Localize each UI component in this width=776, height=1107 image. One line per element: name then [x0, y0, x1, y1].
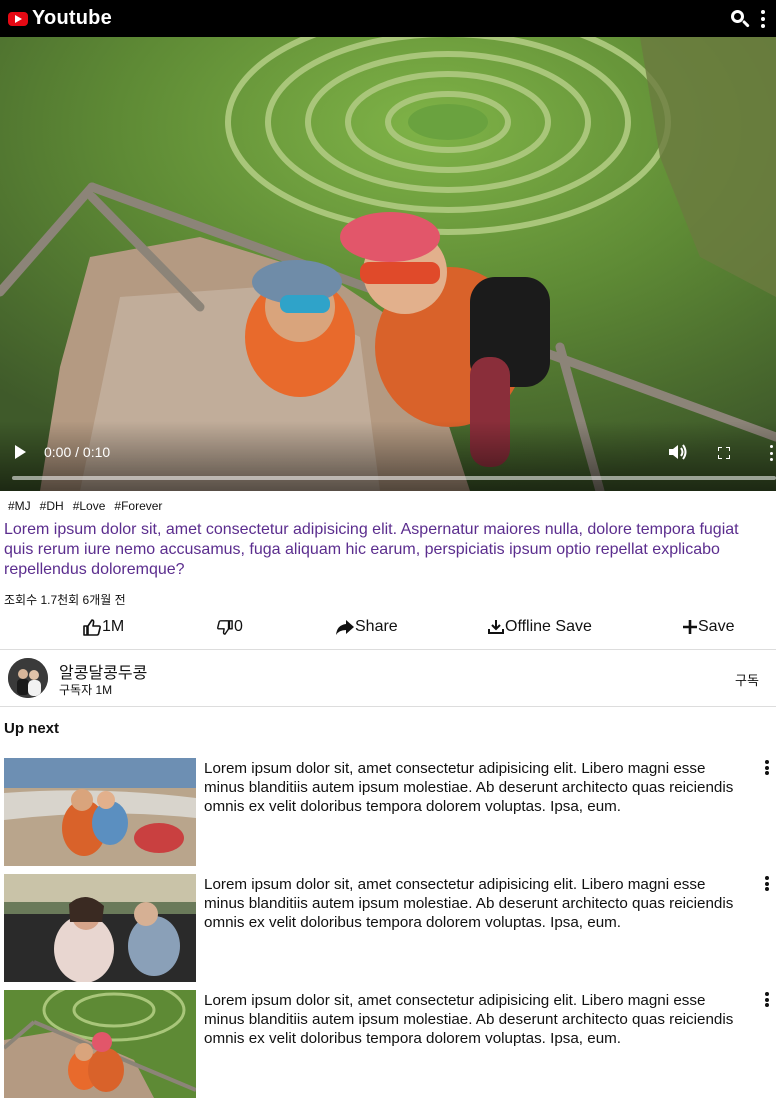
list-item[interactable]: Lorem ipsum dolor sit, amet consectetur …	[0, 758, 776, 868]
hashtags: #MJ #DH #Love #Forever	[8, 499, 162, 513]
channel-name[interactable]: 알콩달콩두콩	[59, 659, 147, 683]
progress-bar[interactable]	[12, 476, 776, 480]
app-header: Youtube	[0, 0, 776, 37]
video-player[interactable]: 0:00 / 0:10	[0, 37, 776, 491]
share-button[interactable]: Share	[336, 618, 398, 636]
hashtag[interactable]: #Love	[73, 499, 106, 513]
play-icon[interactable]	[15, 445, 26, 459]
list-item[interactable]: Lorem ipsum dolor sit, amet consectetur …	[0, 990, 776, 1100]
player-time: 0:00 / 0:10	[44, 444, 111, 460]
up-next-title[interactable]: Lorem ipsum dolor sit, amet consectetur …	[204, 875, 749, 932]
download-icon	[488, 620, 504, 634]
header-actions	[730, 9, 768, 29]
video-thumbnail[interactable]	[4, 874, 196, 982]
list-item[interactable]: Lorem ipsum dolor sit, amet consectetur …	[0, 874, 776, 984]
search-icon[interactable]	[730, 9, 750, 29]
volume-icon[interactable]	[668, 444, 688, 460]
up-next-heading: Up next	[4, 720, 60, 737]
dislike-count: 0	[234, 618, 243, 635]
more-vert-icon[interactable]	[764, 876, 770, 891]
view-count: 조회수 1.7천회 6개월 전	[4, 593, 126, 607]
hashtag[interactable]: #MJ	[8, 499, 31, 513]
youtube-logo-icon	[8, 11, 28, 26]
thumbs-up-icon	[83, 618, 101, 636]
share-label: Share	[355, 618, 398, 635]
like-button[interactable]: 1M	[83, 618, 124, 636]
logo-text: Youtube	[32, 7, 112, 29]
subscriber-count: 구독자 1M	[59, 683, 113, 697]
action-bar: 1M 0 Share Offline Save Save	[0, 612, 776, 650]
player-controls: 0:00 / 0:10	[0, 421, 776, 491]
up-next-title[interactable]: Lorem ipsum dolor sit, amet consectetur …	[204, 991, 749, 1048]
save-button[interactable]: Save	[683, 618, 734, 636]
save-label: Save	[698, 618, 735, 635]
hashtag[interactable]: #Forever	[114, 499, 162, 513]
plus-icon	[683, 620, 697, 634]
avatar[interactable]	[8, 658, 48, 698]
video-description: Lorem ipsum dolor sit, amet consectetur …	[4, 521, 739, 578]
like-count: 1M	[102, 618, 125, 635]
up-next-title[interactable]: Lorem ipsum dolor sit, amet consectetur …	[204, 759, 749, 816]
hashtag[interactable]: #DH	[40, 499, 64, 513]
subscribe-button[interactable]: 구독	[735, 670, 759, 689]
video-thumbnail[interactable]	[4, 990, 196, 1098]
fullscreen-icon[interactable]	[718, 447, 730, 459]
channel-row: 알콩달콩두콩 구독자 1M 구독	[0, 650, 776, 707]
offline-save-label: Offline Save	[505, 618, 592, 635]
dislike-button[interactable]: 0	[217, 618, 243, 636]
more-vert-icon[interactable]	[764, 760, 770, 775]
logo[interactable]: Youtube	[8, 7, 112, 30]
video-thumbnail[interactable]	[4, 758, 196, 866]
thumbs-down-icon	[217, 619, 233, 635]
share-icon	[336, 619, 354, 635]
more-vert-icon[interactable]	[768, 445, 774, 461]
more-vert-icon[interactable]	[758, 9, 768, 28]
offline-save-button[interactable]: Offline Save	[488, 618, 592, 636]
more-vert-icon[interactable]	[764, 992, 770, 1007]
